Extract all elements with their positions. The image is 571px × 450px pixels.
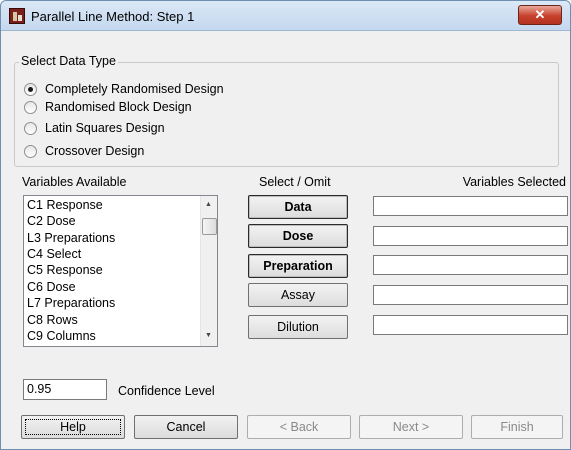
- list-item[interactable]: C2 Dose: [27, 214, 76, 229]
- variables-available-label: Variables Available: [22, 175, 127, 189]
- preparation-button[interactable]: Preparation: [248, 254, 348, 278]
- variables-listbox[interactable]: C1 Response C2 Dose L3 Preparations C4 S…: [23, 195, 218, 347]
- confidence-level-input[interactable]: 0.95: [23, 379, 107, 400]
- dilution-button[interactable]: Dilution: [248, 315, 348, 339]
- radio-randomised-block[interactable]: Randomised Block Design: [24, 98, 192, 116]
- scroll-up-arrow-icon[interactable]: ▲: [205, 201, 212, 208]
- radio-button-checked[interactable]: [24, 82, 37, 96]
- data-variable-field[interactable]: [373, 196, 568, 216]
- back-button-label: < Back: [279, 420, 319, 434]
- help-button-label: Help: [60, 420, 86, 434]
- dose-button-label: Dose: [282, 229, 314, 243]
- radio-button[interactable]: [24, 144, 37, 158]
- finish-button-label: Finish: [500, 420, 534, 434]
- list-item[interactable]: C1 Response: [27, 198, 103, 213]
- radio-button[interactable]: [24, 121, 37, 135]
- dilution-variable-field[interactable]: [373, 315, 568, 335]
- list-item[interactable]: C4 Select: [27, 247, 81, 262]
- variables-selected-label: Variables Selected: [462, 175, 566, 189]
- window-title: Parallel Line Method: Step 1: [31, 9, 195, 24]
- dose-button[interactable]: Dose: [248, 224, 348, 248]
- radio-crossover[interactable]: Crossover Design: [24, 142, 144, 160]
- listbox-scrollbar[interactable]: ▲ ▼: [200, 196, 217, 346]
- radio-label: Randomised Block Design: [45, 100, 192, 114]
- cancel-button[interactable]: Cancel: [134, 415, 238, 439]
- assay-button-label: Assay: [280, 288, 316, 302]
- list-item[interactable]: L7 Preparations: [27, 296, 115, 311]
- assay-variable-field[interactable]: [373, 285, 568, 305]
- list-item[interactable]: C8 Rows: [27, 313, 78, 328]
- list-item[interactable]: C9 Columns: [27, 329, 96, 344]
- list-item[interactable]: L3 Preparations: [27, 231, 115, 246]
- radio-button[interactable]: [24, 100, 37, 114]
- app-icon: [9, 8, 25, 24]
- dialog-window: Parallel Line Method: Step 1 ✕ Select Da…: [0, 0, 571, 450]
- scroll-down-arrow-icon[interactable]: ▼: [205, 332, 212, 339]
- data-button-label: Data: [284, 200, 312, 214]
- select-omit-label: Select / Omit: [259, 175, 331, 189]
- list-item[interactable]: C6 Dose: [27, 280, 76, 295]
- dose-variable-field[interactable]: [373, 226, 568, 246]
- close-icon: ✕: [534, 7, 546, 22]
- data-button[interactable]: Data: [248, 195, 348, 219]
- finish-button[interactable]: Finish: [471, 415, 563, 439]
- radio-completely-randomised[interactable]: Completely Randomised Design: [24, 80, 224, 98]
- cancel-button-label: Cancel: [166, 420, 206, 434]
- help-button[interactable]: Help: [21, 415, 125, 439]
- back-button[interactable]: < Back: [247, 415, 351, 439]
- data-type-group-label: Select Data Type: [19, 54, 118, 68]
- title-bar[interactable]: Parallel Line Method: Step 1 ✕: [1, 1, 570, 31]
- preparation-variable-field[interactable]: [373, 255, 568, 275]
- list-item[interactable]: C5 Response: [27, 263, 103, 278]
- radio-label: Crossover Design: [45, 144, 145, 158]
- preparation-button-label: Preparation: [263, 259, 333, 273]
- close-button[interactable]: ✕: [518, 5, 562, 25]
- next-button-label: Next >: [392, 420, 430, 434]
- assay-button[interactable]: Assay: [248, 283, 348, 307]
- radio-latin-squares[interactable]: Latin Squares Design: [24, 119, 165, 137]
- radio-label: Completely Randomised Design: [45, 82, 224, 96]
- confidence-level-label: Confidence Level: [118, 384, 215, 398]
- radio-label: Latin Squares Design: [45, 121, 165, 135]
- scrollbar-thumb[interactable]: [202, 218, 217, 235]
- dilution-button-label: Dilution: [277, 320, 319, 334]
- next-button[interactable]: Next >: [359, 415, 463, 439]
